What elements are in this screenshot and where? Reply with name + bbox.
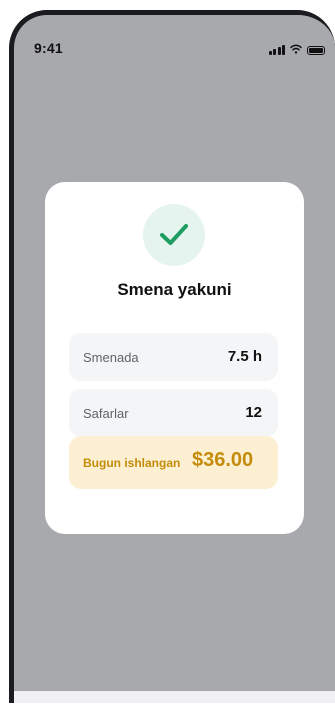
success-badge	[143, 204, 205, 266]
stat-value: 7.5 h	[227, 348, 262, 365]
status-icons	[268, 41, 325, 59]
signal-icon	[268, 45, 285, 55]
battery-icon	[307, 45, 325, 55]
screen: 9:41 Smena yakuni Smenada 7.5 h Safarlar…	[14, 15, 335, 703]
earned-value: $36.00	[192, 449, 254, 471]
phone-frame: 9:41 Smena yakuni Smenada 7.5 h Safarlar…	[9, 10, 335, 703]
status-time: 9:41	[34, 40, 63, 56]
stat-label: Safarlar	[83, 406, 129, 421]
wifi-icon	[290, 41, 302, 59]
stat-label: Smenada	[83, 350, 139, 365]
check-icon	[160, 224, 188, 245]
stat-row-trips: Safarlar 12	[69, 389, 278, 437]
earned-today-row: Bugun ishlangan $36.00	[69, 436, 278, 489]
home-bar	[14, 691, 335, 703]
stat-row-shift-hours: Smenada 7.5 h	[69, 333, 278, 381]
earned-label: Bugun ishlangan	[83, 456, 181, 470]
status-bar: 9:41	[14, 15, 335, 79]
shift-summary-modal: Smena yakuni Smenada 7.5 h Safarlar 12 B…	[45, 182, 304, 534]
stat-value: 12	[245, 404, 262, 421]
modal-title: Smena yakuni	[117, 280, 232, 299]
